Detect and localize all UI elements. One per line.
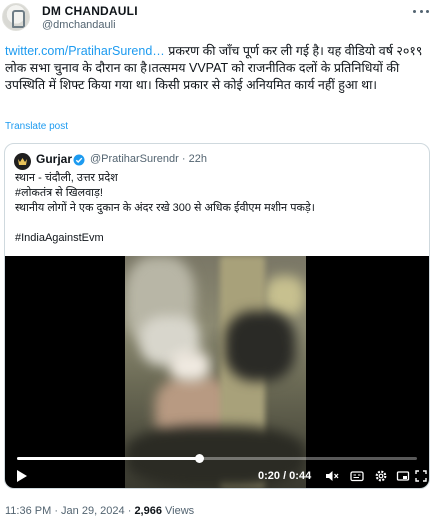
play-icon[interactable] [17,470,27,482]
expand-icon[interactable] [414,469,428,483]
video-progress-handle[interactable] [195,454,204,463]
quoted-line: स्थान - चंदौली, उत्तर प्रदेश [15,172,118,184]
quoted-hashtag: #IndiaAgainstEvm [15,232,104,244]
video-frame [125,256,306,488]
quoted-tweet[interactable]: Gurjar @PratiharSurendr · 22h स्थान - चं… [4,143,430,489]
video-progress-fill [17,457,199,460]
settings-icon[interactable] [374,469,388,483]
video-controls: 0:20 / 0:44 [5,465,429,487]
quoted-line: स्थानीय लोगों ने एक दुकान के अंदर रखे 30… [15,202,315,214]
quoted-author-name: Gurjar [36,152,73,166]
quoted-text: स्थान - चंदौली, उत्तर प्रदेश #लोकतंत्र स… [15,171,425,216]
avatar[interactable] [2,3,30,31]
author-handle[interactable]: @dmchandauli [42,19,116,31]
tweet-link[interactable]: twitter.com/PratiharSurend… [5,44,165,58]
mute-icon[interactable] [325,469,339,483]
video-time: 0:20 / 0:44 [258,470,312,482]
verified-badge-icon [73,153,85,166]
tweet-header: DM CHANDAULI @dmchandauli [0,0,437,34]
fullscreen-icon[interactable] [396,469,410,483]
author-name[interactable]: DM CHANDAULI [42,4,138,18]
video-progress-bar[interactable] [17,454,417,463]
quoted-avatar [14,153,31,170]
quoted-line: #लोकतंत्र से खिलवाड़! [15,187,103,199]
views-count: 2,966 [134,505,162,517]
translate-post-link[interactable]: Translate post [5,121,68,132]
more-options-icon[interactable] [411,4,431,18]
tweet-text: twitter.com/PratiharSurend… प्रकरण की जा… [5,43,431,94]
captions-icon[interactable] [350,469,364,483]
tweet-meta: 11:36 PM · Jan 29, 2024 · 2,966 Views [5,505,194,517]
timestamp[interactable]: 11:36 PM · Jan 29, 2024 · [5,505,134,517]
quoted-handle-time: @PratiharSurendr · 22h [90,153,207,165]
views-label: Views [161,505,195,517]
video-player[interactable]: 0:20 / 0:44 [5,256,429,488]
